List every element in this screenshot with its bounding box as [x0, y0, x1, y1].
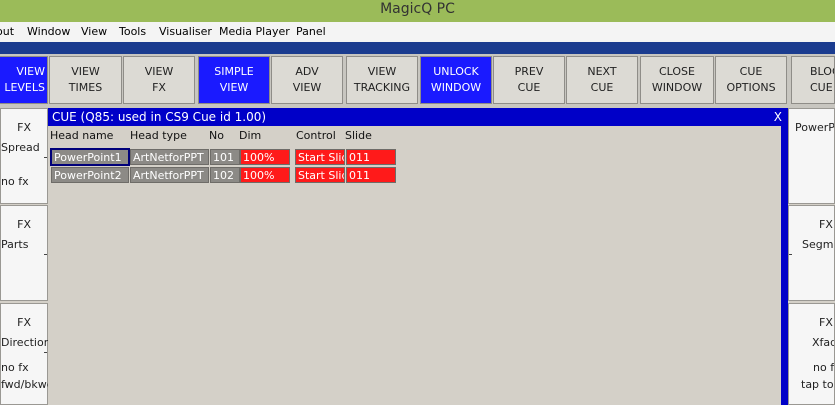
cue-options-button[interactable]: CUE OPTIONS [715, 56, 787, 104]
menu-item-tools[interactable]: Tools [119, 22, 146, 42]
view-tracking-button[interactable]: VIEW TRACKING [346, 56, 418, 104]
cue-window-titlebar[interactable]: CUE (Q85: used in CS9 Cue id 1.00) X [48, 108, 788, 126]
status-strip [0, 42, 835, 54]
unlock-window-button[interactable]: UNLOCK WINDOW [420, 56, 492, 104]
cell-control[interactable]: Start Slide [295, 149, 345, 165]
cell-no[interactable]: 101 [210, 149, 240, 165]
view-levels-button[interactable]: VIEW LEVELS [0, 56, 48, 104]
column-header-head-type[interactable]: Head type [130, 128, 187, 144]
cell-head-name[interactable]: PowerPoint2 [51, 167, 129, 183]
column-header-no[interactable]: No [209, 128, 224, 144]
cell-no[interactable]: 102 [210, 167, 240, 183]
cue-window: CUE (Q85: used in CS9 Cue id 1.00) X Hea… [48, 108, 788, 405]
window-scrollbar[interactable] [781, 126, 788, 405]
fx-xfade-button[interactable]: FX Xfade no fx tap to t [788, 303, 835, 405]
cell-slide[interactable]: 011 [346, 149, 396, 165]
view-fx-button[interactable]: VIEW FX [123, 56, 195, 104]
menu-item-panel[interactable]: Panel [296, 22, 326, 42]
fx-direction-button[interactable]: FX Direction no fx fwd/bkwd [0, 303, 49, 405]
cell-control[interactable]: Start Slide [295, 167, 345, 183]
fx-segments-button[interactable]: FX Segments [788, 205, 835, 301]
column-header-dim[interactable]: Dim [239, 128, 261, 144]
tick-mark [44, 352, 47, 353]
prev-cue-button[interactable]: PREV CUE [493, 56, 565, 104]
cell-head-type[interactable]: ArtNetforPPT [130, 149, 209, 165]
tick-mark [44, 157, 47, 158]
block-cue-button[interactable]: BLOCKCUE [791, 56, 835, 104]
menu-item-window[interactable]: Window [27, 22, 70, 42]
cell-dim[interactable]: 100% [240, 167, 290, 183]
menu-item-visualiser[interactable]: Visualiser [159, 22, 212, 42]
menu-item-media-player[interactable]: Media Player [219, 22, 290, 42]
right-softkeys: PowerPoint FX Segments FX Xfade no fx ta… [788, 108, 835, 405]
close-icon[interactable]: X [774, 108, 782, 126]
menu-bar: out Window View Tools Visualiser Media P… [0, 22, 835, 42]
adv-view-button[interactable]: ADV VIEW [271, 56, 343, 104]
simple-view-button[interactable]: SIMPLE VIEW [198, 56, 270, 104]
next-cue-button[interactable]: NEXT CUE [566, 56, 638, 104]
tick-mark [44, 254, 47, 255]
column-header-control[interactable]: Control [296, 128, 336, 144]
title-bar: MagicQ PC [0, 0, 835, 22]
cell-head-type[interactable]: ArtNetforPPT [130, 167, 209, 183]
menu-item-layout[interactable]: out [0, 22, 14, 42]
menu-item-view[interactable]: View [81, 22, 107, 42]
powerpoint-button[interactable]: PowerPoint [788, 108, 835, 204]
cell-slide[interactable]: 011 [346, 167, 396, 183]
cue-window-title: CUE (Q85: used in CS9 Cue id 1.00) [52, 110, 267, 124]
column-header-slide[interactable]: Slide [345, 128, 372, 144]
fx-parts-button[interactable]: FX Parts [0, 205, 48, 301]
column-header-head-name[interactable]: Head name [50, 128, 113, 144]
tick-mark [789, 254, 792, 255]
view-times-button[interactable]: VIEW TIMES [49, 56, 122, 104]
cell-dim[interactable]: 100% [240, 149, 290, 165]
app-title: MagicQ PC [380, 1, 455, 17]
left-softkeys: FX Spread no fx FX Parts FX Direction no… [0, 108, 49, 405]
cell-head-name[interactable]: PowerPoint1 [50, 148, 130, 166]
close-window-button[interactable]: CLOSE WINDOW [640, 56, 714, 104]
fx-spread-button[interactable]: FX Spread no fx [0, 108, 48, 204]
